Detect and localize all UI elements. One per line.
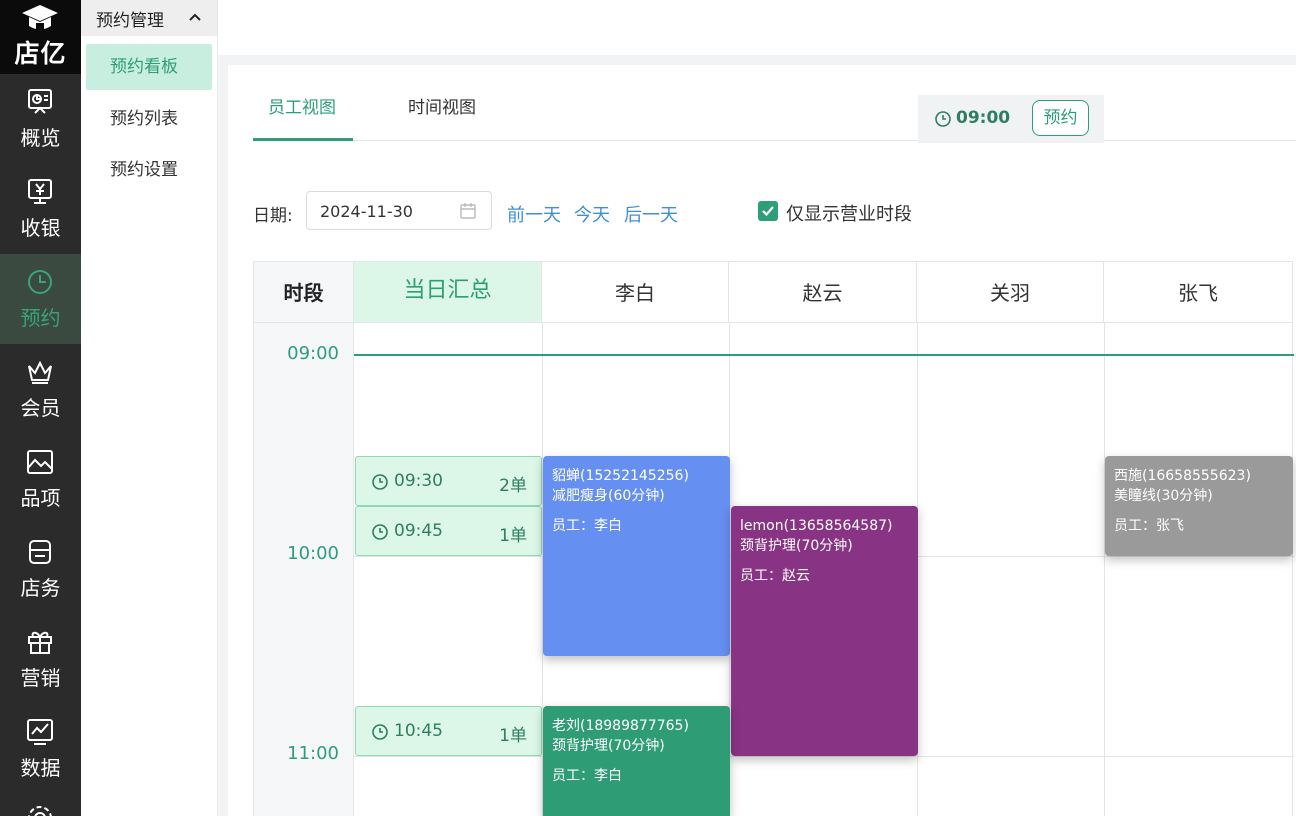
nav-item-overview[interactable]: 概览 xyxy=(0,74,81,164)
staff-header: 赵云 xyxy=(729,261,917,323)
grid-line xyxy=(1104,323,1105,816)
summary-column-header: 当日汇总 xyxy=(354,261,542,323)
image-icon xyxy=(27,450,53,474)
summary-time: 09:45 xyxy=(394,521,443,541)
appt-staff: 员工：李白 xyxy=(552,768,622,784)
top-bar xyxy=(218,0,1296,55)
nav-item-marketing[interactable]: 营销 xyxy=(0,614,81,704)
date-value: 2024-11-30 xyxy=(320,202,413,221)
main-nav-rail: 店亿 概览 收银 预约 会员 品项 店务 营销 数据 xyxy=(0,0,81,816)
submenu-header[interactable]: 预约管理 xyxy=(81,0,217,36)
view-tabs: 员工视图 时间视图 xyxy=(253,65,1296,141)
time-label: 10:00 xyxy=(287,543,339,564)
slot-time: 09:00 xyxy=(956,108,1011,128)
current-time-line xyxy=(354,354,1294,356)
summary-time: 09:30 xyxy=(394,471,443,491)
nav-item-data[interactable]: 数据 xyxy=(0,704,81,794)
nav-item-cashier[interactable]: 收银 xyxy=(0,164,81,254)
nav-label: 店务 xyxy=(20,576,61,600)
appt-service: 美瞳线(30分钟) xyxy=(1114,488,1213,504)
summary-card[interactable]: 09:45 1单 xyxy=(355,506,542,556)
cashier-icon xyxy=(28,179,52,204)
open-slot[interactable]: 09:00 预约 xyxy=(918,95,1104,143)
chart-icon xyxy=(27,719,53,745)
appt-customer: lemon(13658564587) xyxy=(740,518,893,534)
app-root: 店亿 概览 收银 预约 会员 品项 店务 营销 数据 预约管理 预约看板 预约列… xyxy=(0,0,1296,816)
appointment-card[interactable]: 貂蝉(15252145256) 减肥瘦身(60分钟) 员工：李白 xyxy=(543,456,730,656)
checkmark-icon xyxy=(762,206,774,217)
appointment-card[interactable]: 老刘(18989877765) 颈背护理(70分钟) 员工：李白 xyxy=(543,706,730,816)
date-filter-bar: 日期: 2024-11-30 前一天 今天 后一天 仅显示营业时段 xyxy=(253,191,1253,231)
nav-item-store[interactable]: 店务 xyxy=(0,524,81,614)
date-label: 日期: xyxy=(253,206,293,226)
appt-customer: 老刘(18989877765) xyxy=(552,718,689,734)
appointment-card[interactable]: lemon(13658564587) 颈背护理(70分钟) 员工：赵云 xyxy=(731,506,918,756)
summary-card[interactable]: 10:45 1单 xyxy=(355,706,542,756)
next-day-link[interactable]: 后一天 xyxy=(624,201,678,227)
submenu-item-list[interactable]: 预约列表 xyxy=(86,96,212,142)
nav-item-members[interactable]: 会员 xyxy=(0,344,81,434)
clock-icon xyxy=(28,270,52,294)
appt-customer: 貂蝉(15252145256) xyxy=(552,468,689,484)
nav-item-booking[interactable]: 预约 xyxy=(0,254,81,344)
summary-count: 1单 xyxy=(499,726,527,746)
graduation-cap-icon xyxy=(22,5,58,31)
brand-name: 店亿 xyxy=(14,39,67,68)
nav-label: 营销 xyxy=(20,666,61,690)
nav-label: 概览 xyxy=(20,126,61,150)
book-button[interactable]: 预约 xyxy=(1032,100,1089,136)
nav-label: 品项 xyxy=(20,486,61,510)
grid-line xyxy=(354,756,1294,757)
clock-icon xyxy=(372,474,388,490)
calendar-icon xyxy=(460,203,476,219)
nav-label: 预约 xyxy=(20,306,61,330)
summary-card[interactable]: 09:30 2单 xyxy=(355,456,542,506)
appt-service: 颈背护理(70分钟) xyxy=(552,738,665,754)
nav-label: 会员 xyxy=(20,396,61,420)
grid-line xyxy=(1292,323,1293,816)
submenu-panel: 预约管理 预约看板 预约列表 预约设置 xyxy=(81,0,218,816)
summary-time: 10:45 xyxy=(394,721,443,741)
submenu-item-settings[interactable]: 预约设置 xyxy=(86,147,212,193)
time-column-header: 时段 xyxy=(253,261,354,323)
submenu-title: 预约管理 xyxy=(96,11,164,31)
time-label: 09:00 xyxy=(287,343,339,364)
appt-staff: 员工：张飞 xyxy=(1114,518,1184,534)
staff-header: 李白 xyxy=(542,261,729,323)
store-icon xyxy=(29,540,51,564)
gift-icon xyxy=(28,631,52,654)
time-label: 11:00 xyxy=(287,743,339,764)
business-hours-checkbox[interactable] xyxy=(758,201,778,221)
summary-count: 1单 xyxy=(499,526,527,546)
appt-service: 颈背护理(70分钟) xyxy=(740,538,853,554)
summary-count: 2单 xyxy=(499,476,527,496)
staff-header: 张飞 xyxy=(1104,261,1293,323)
dashboard-icon xyxy=(28,89,52,114)
appt-service: 减肥瘦身(60分钟) xyxy=(552,488,665,504)
submenu-item-board[interactable]: 预约看板 xyxy=(86,44,212,90)
nav-item-products[interactable]: 品项 xyxy=(0,434,81,524)
appt-staff: 员工：李白 xyxy=(552,518,622,534)
brand-logo[interactable]: 店亿 xyxy=(0,0,81,74)
appt-customer: 西施(16658555623) xyxy=(1114,468,1251,484)
staff-header: 关羽 xyxy=(917,261,1104,323)
tab-staff-view[interactable]: 员工视图 xyxy=(268,93,336,141)
clock-icon xyxy=(372,524,388,540)
nav-label: 收银 xyxy=(20,216,61,240)
business-hours-label: 仅显示营业时段 xyxy=(786,204,912,225)
clock-icon xyxy=(372,724,388,740)
active-tab-indicator xyxy=(253,138,353,141)
chevron-up-icon xyxy=(189,13,201,21)
nav-label: 数据 xyxy=(20,756,61,780)
crown-icon xyxy=(28,360,52,384)
appt-staff: 员工：赵云 xyxy=(740,568,810,584)
prev-day-link[interactable]: 前一天 xyxy=(507,201,561,227)
clock-icon xyxy=(935,111,951,127)
date-picker[interactable]: 2024-11-30 xyxy=(306,191,492,230)
settings-icon[interactable] xyxy=(24,802,56,816)
today-link[interactable]: 今天 xyxy=(574,201,610,227)
appointment-card[interactable]: 西施(16658555623) 美瞳线(30分钟) 员工：张飞 xyxy=(1105,456,1293,556)
tab-time-view[interactable]: 时间视图 xyxy=(408,93,476,141)
